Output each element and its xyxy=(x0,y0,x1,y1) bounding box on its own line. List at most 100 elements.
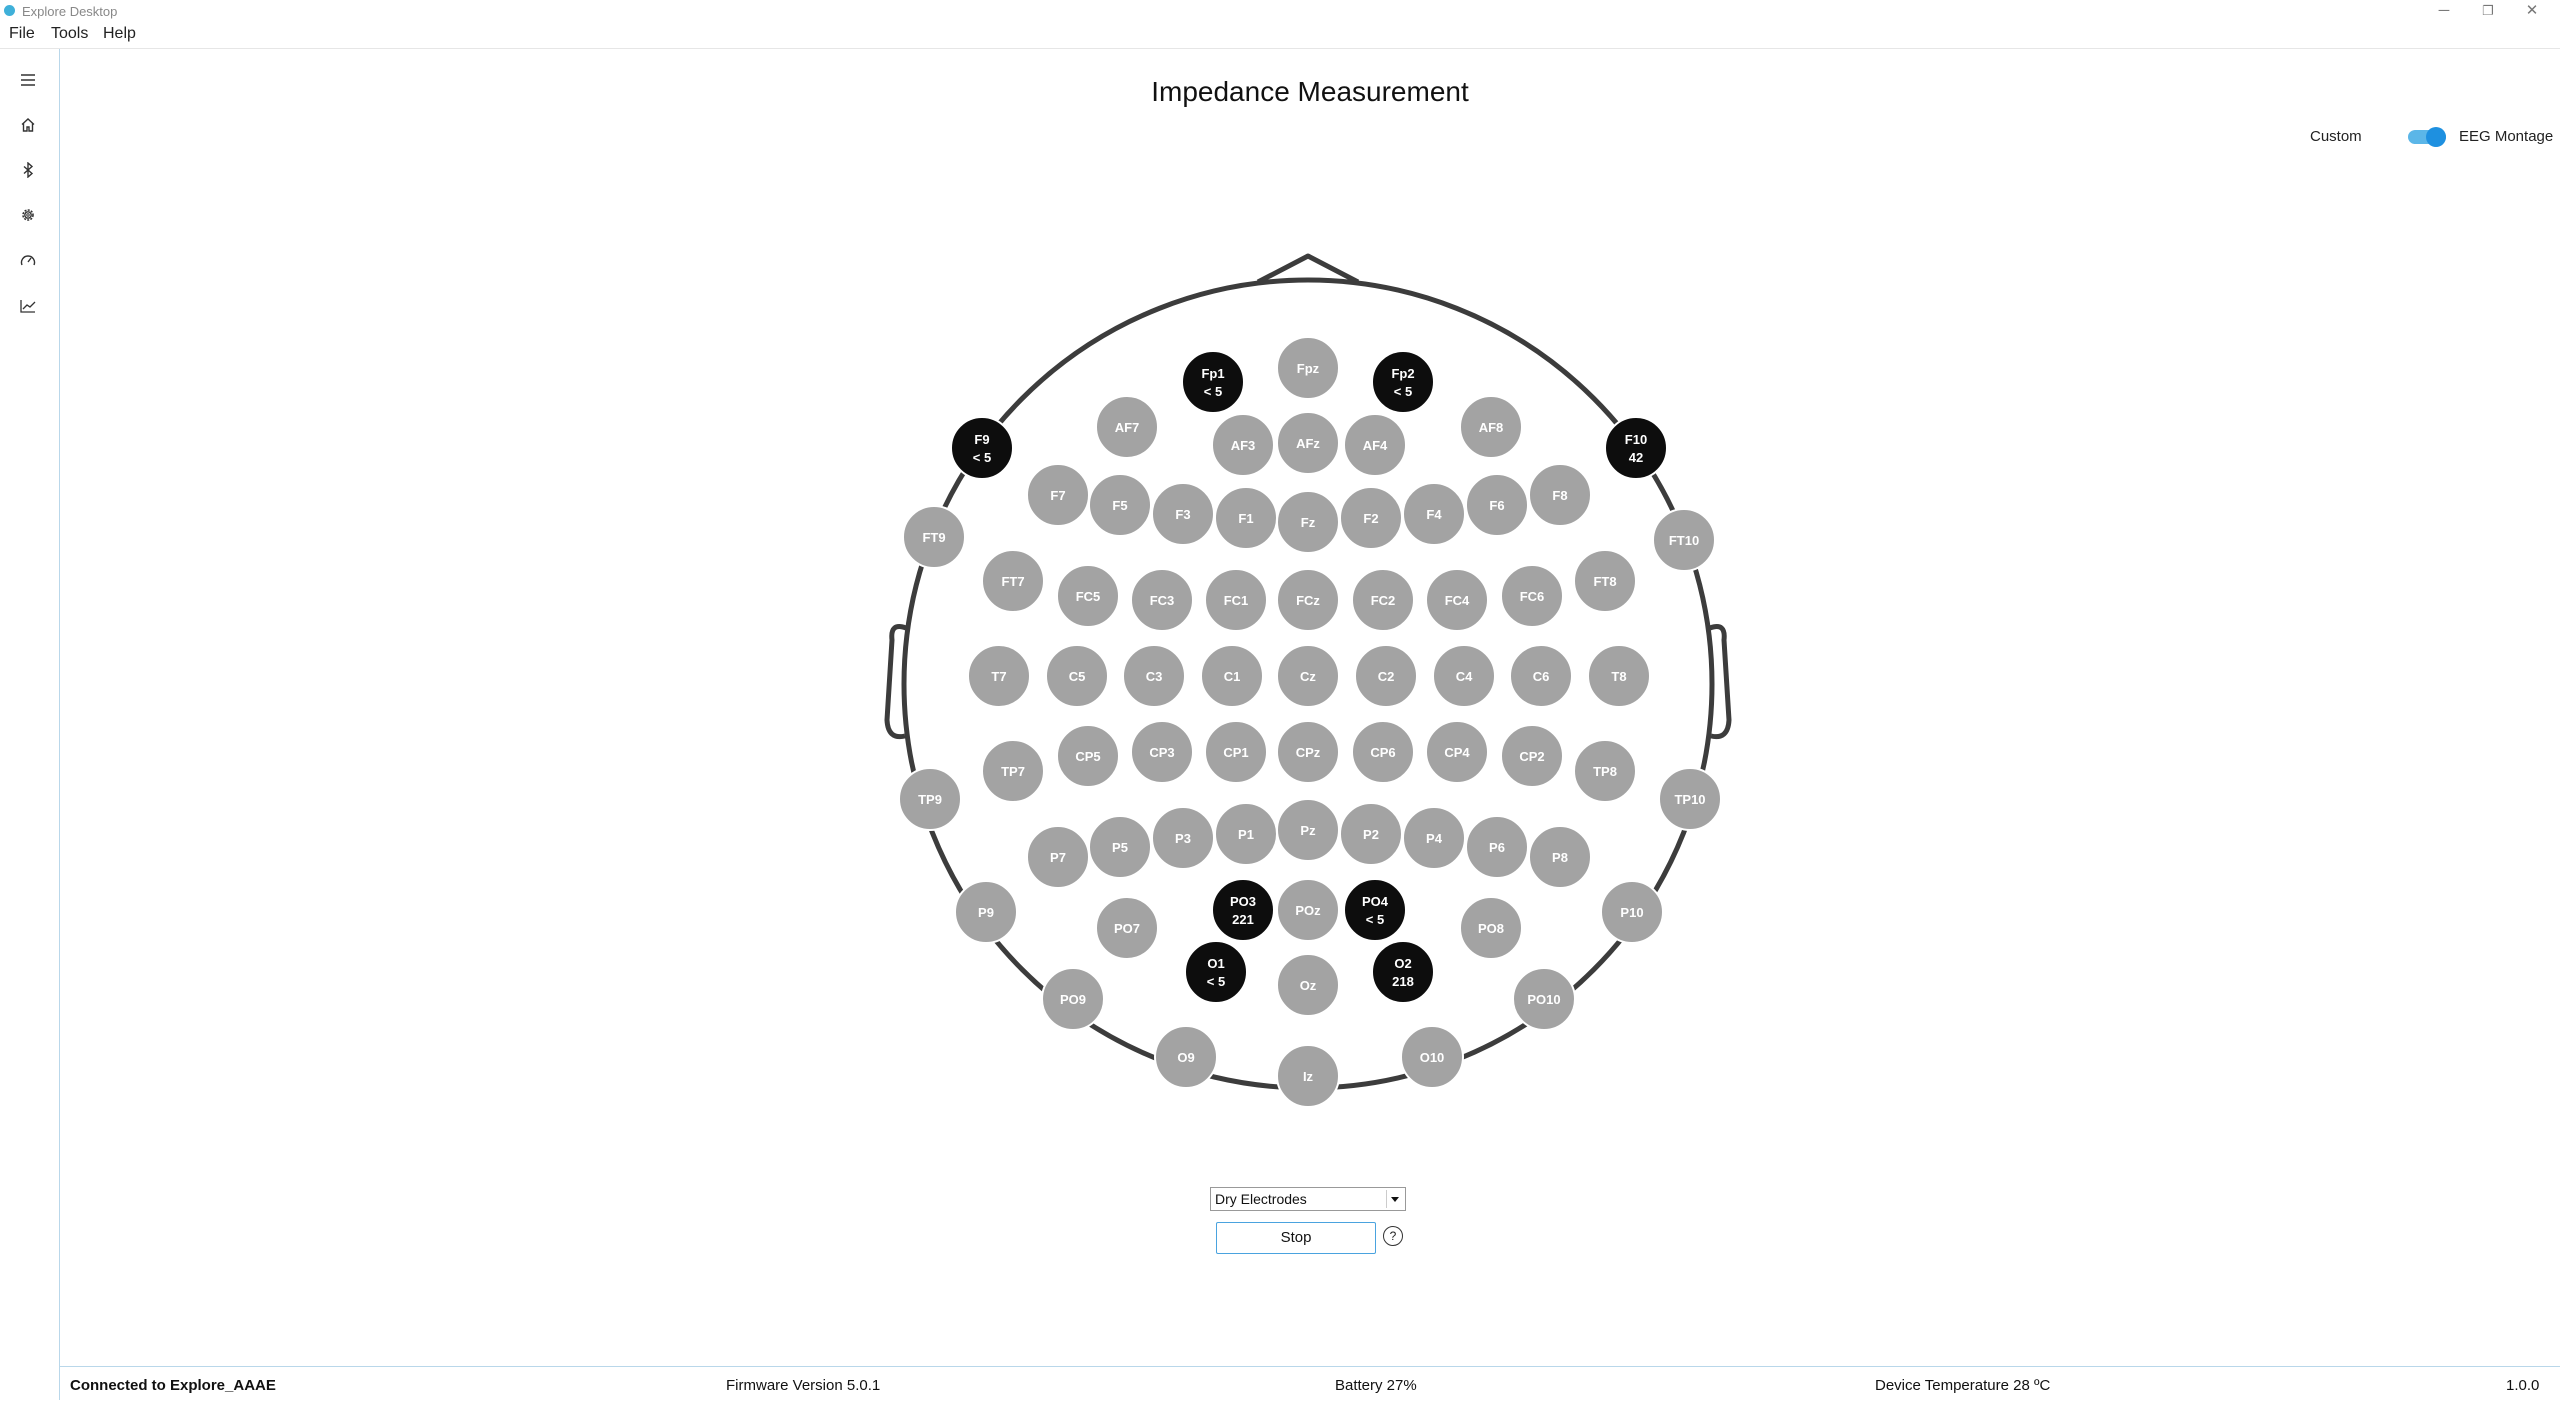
electrode-tp9: TP9 xyxy=(898,767,962,831)
electrode-p6: P6 xyxy=(1465,815,1529,879)
electrode-fp2: Fp2< 5 xyxy=(1371,350,1435,414)
electrode-f5: F5 xyxy=(1088,473,1152,537)
electrode-label: CPz xyxy=(1296,745,1321,760)
electrode-label: C2 xyxy=(1378,669,1395,684)
electrode-label: C1 xyxy=(1224,669,1241,684)
electrode-label: PO8 xyxy=(1478,921,1504,936)
electrode-label: FC6 xyxy=(1520,589,1545,604)
electrode-label: F3 xyxy=(1175,507,1190,522)
electrode-tp10: TP10 xyxy=(1658,767,1722,831)
electrode-p5: P5 xyxy=(1088,815,1152,879)
electrode-p7: P7 xyxy=(1026,825,1090,889)
electrode-label: FC4 xyxy=(1445,593,1470,608)
electrode-cpz: CPz xyxy=(1276,720,1340,784)
electrode-label: POz xyxy=(1295,903,1321,918)
electrode-label: Pz xyxy=(1300,823,1316,838)
electrode-label: C3 xyxy=(1146,669,1163,684)
electrode-cp3: CP3 xyxy=(1130,720,1194,784)
electrode-fpz: Fpz xyxy=(1276,336,1340,400)
electrode-label: TP9 xyxy=(918,792,942,807)
electrode-label: FC5 xyxy=(1076,589,1101,604)
electrode-fp1: Fp1< 5 xyxy=(1181,350,1245,414)
electrode-label: AF3 xyxy=(1231,438,1256,453)
electrode-label: AFz xyxy=(1296,436,1320,451)
electrode-p9: P9 xyxy=(954,880,1018,944)
electrode-label: FCz xyxy=(1296,593,1320,608)
app-version: 1.0.0 xyxy=(2506,1377,2540,1394)
electrode-label: F2 xyxy=(1363,511,1378,526)
electrode-label: CP5 xyxy=(1075,749,1100,764)
electrode-marker xyxy=(950,416,1014,480)
electrode-label: TP7 xyxy=(1001,764,1025,779)
electrode-fcz: FCz xyxy=(1276,568,1340,632)
electrode-iz: Iz xyxy=(1276,1044,1340,1108)
electrode-af7: AF7 xyxy=(1095,395,1159,459)
electrode-f6: F6 xyxy=(1465,473,1529,537)
electrode-label: FC1 xyxy=(1224,593,1249,608)
electrode-label: P5 xyxy=(1112,840,1128,855)
electrode-f4: F4 xyxy=(1402,482,1466,546)
electrode-label: FT9 xyxy=(922,530,945,545)
electrode-p3: P3 xyxy=(1151,806,1215,870)
electrode-f3: F3 xyxy=(1151,482,1215,546)
electrode-f9: F9< 5 xyxy=(950,416,1014,480)
electrode-label: F8 xyxy=(1552,488,1567,503)
electrode-c1: C1 xyxy=(1200,644,1264,708)
electrode-label: PO9 xyxy=(1060,992,1086,1007)
electrode-t8: T8 xyxy=(1587,644,1651,708)
electrode-label: AF4 xyxy=(1363,438,1388,453)
electrode-poz: POz xyxy=(1276,878,1340,942)
electrode-marker xyxy=(1371,940,1435,1004)
electrode-c2: C2 xyxy=(1354,644,1418,708)
electrode-label: P2 xyxy=(1363,827,1379,842)
electrode-fc2: FC2 xyxy=(1351,568,1415,632)
electrode-label: Fpz xyxy=(1297,361,1320,376)
electrode-af3: AF3 xyxy=(1211,413,1275,477)
electrode-impedance-value: < 5 xyxy=(1394,384,1412,399)
electrode-type-select[interactable]: Dry Electrodes xyxy=(1210,1187,1406,1211)
electrode-ft10: FT10 xyxy=(1652,508,1716,572)
electrode-f8: F8 xyxy=(1528,463,1592,527)
electrode-f1: F1 xyxy=(1214,486,1278,550)
help-icon[interactable]: ? xyxy=(1383,1226,1403,1246)
electrode-label: CP2 xyxy=(1519,749,1544,764)
electrode-tp7: TP7 xyxy=(981,739,1045,803)
electrode-c3: C3 xyxy=(1122,644,1186,708)
electrode-label: P3 xyxy=(1175,831,1191,846)
electrode-po9: PO9 xyxy=(1041,967,1105,1031)
electrode-label: FC3 xyxy=(1150,593,1175,608)
electrode-ft7: FT7 xyxy=(981,549,1045,613)
electrode-marker xyxy=(1184,940,1248,1004)
electrode-f10: F1042 xyxy=(1604,416,1668,480)
connection-status: Connected to Explore_AAAE xyxy=(70,1377,276,1394)
electrode-label: F10 xyxy=(1625,432,1647,447)
electrode-label: FT10 xyxy=(1669,533,1699,548)
electrode-label: PO10 xyxy=(1527,992,1560,1007)
electrode-label: FT7 xyxy=(1001,574,1024,589)
stop-button[interactable]: Stop xyxy=(1216,1222,1376,1254)
electrode-o2: O2218 xyxy=(1371,940,1435,1004)
electrode-ft8: FT8 xyxy=(1573,549,1637,613)
electrode-label: AF7 xyxy=(1115,420,1140,435)
electrode-label: Cz xyxy=(1300,669,1316,684)
electrode-label: P10 xyxy=(1620,905,1643,920)
device-temperature: Device Temperature 28 ºC xyxy=(1875,1377,2051,1394)
electrode-label: O9 xyxy=(1177,1050,1194,1065)
electrode-impedance-value: 218 xyxy=(1392,974,1414,989)
electrode-oz: Oz xyxy=(1276,953,1340,1017)
electrode-label: P9 xyxy=(978,905,994,920)
electrodes-layer: Fpz Fp1< 5 Fp2< 5 AF7 AF3 AFz AF4 AF8 F9< 5 F1042… xyxy=(898,336,1722,1108)
electrode-o1: O1< 5 xyxy=(1184,940,1248,1004)
electrode-label: PO4 xyxy=(1362,894,1389,909)
electrode-afz: AFz xyxy=(1276,411,1340,475)
electrode-fc6: FC6 xyxy=(1500,564,1564,628)
electrode-af4: AF4 xyxy=(1343,413,1407,477)
electrode-impedance-value: < 5 xyxy=(1204,384,1222,399)
electrode-f2: F2 xyxy=(1339,486,1403,550)
electrode-p2: P2 xyxy=(1339,802,1403,866)
electrode-marker xyxy=(1211,878,1275,942)
battery-status: Battery 27% xyxy=(1335,1377,1417,1394)
electrode-label: FT8 xyxy=(1593,574,1616,589)
electrode-label: F6 xyxy=(1489,498,1504,513)
electrode-label: AF8 xyxy=(1479,420,1504,435)
